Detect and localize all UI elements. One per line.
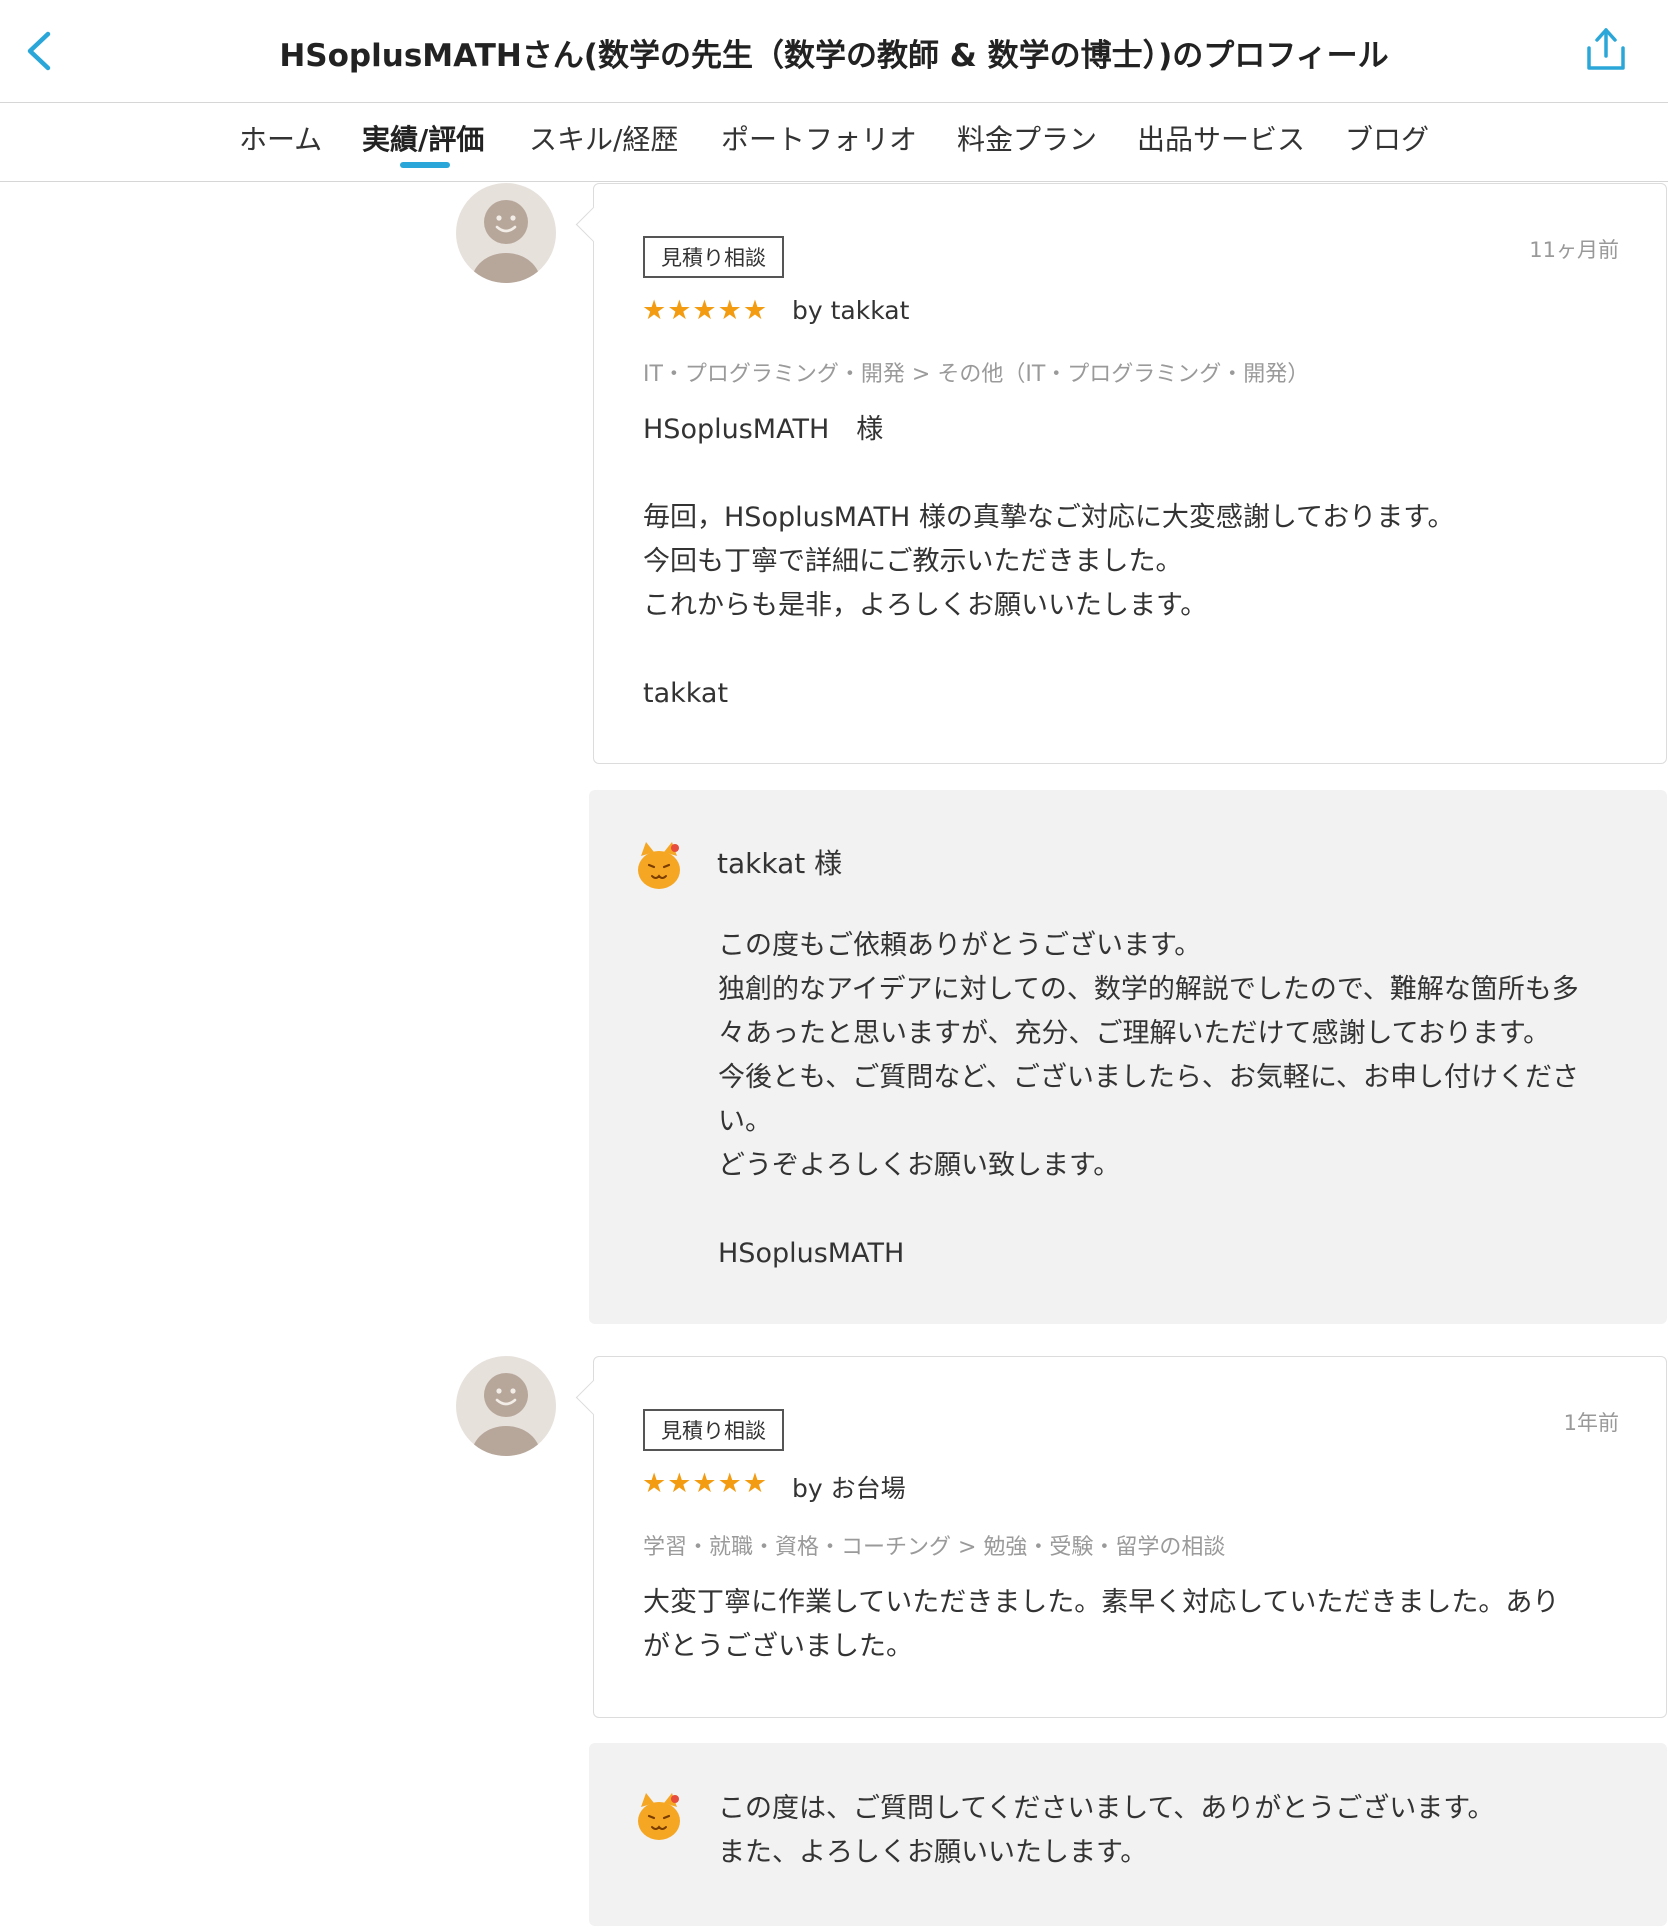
reviewer-avatar[interactable] [456, 1356, 556, 1456]
tab-home[interactable]: ホーム [239, 118, 322, 158]
share-button[interactable] [1580, 24, 1632, 76]
card-pointer [575, 206, 612, 243]
seller-reply: takkat 様 この度もご依頼ありがとうございます。 独創的なアイデアに対して… [589, 790, 1667, 1324]
review-timestamp: 11ヶ月前 [1529, 238, 1619, 262]
active-tab-indicator [400, 162, 450, 168]
card-pointer [575, 1379, 612, 1416]
service-category[interactable]: IT・プログラミング・開発 > その他（IT・プログラミング・開発） [643, 356, 1309, 388]
reply-greeting: takkat 様 [717, 847, 843, 880]
tab-portfolio[interactable]: ポートフォリオ [721, 118, 917, 158]
cat-mascot-icon [635, 1791, 683, 1843]
tab-skills[interactable]: スキル/経歴 [529, 118, 678, 158]
app-header: HSoplusMATHさん(数学の先生（数学の教師 & 数学の博士）)のプロフィ… [0, 0, 1668, 103]
default-user-avatar-icon [456, 1356, 556, 1456]
tab-services[interactable]: 出品サービス [1137, 118, 1305, 158]
page-title: HSoplusMATHさん(数学の先生（数学の教師 & 数学の博士）)のプロフィ… [279, 38, 1389, 74]
chevron-left-icon [27, 31, 51, 71]
tab-blog[interactable]: ブログ [1345, 118, 1429, 158]
reply-text: この度は、ご質問してくださいまして、ありがとうございます。 また、よろしくお願い… [718, 1793, 1495, 1868]
reply-text: この度もご依頼ありがとうございます。 独創的なアイデアに対しての、数学的解説でし… [718, 930, 1580, 1269]
order-type-badge: 見積り相談 [643, 1409, 784, 1451]
default-user-avatar-icon [456, 183, 556, 283]
seller-reply: この度は、ご質問してくださいまして、ありがとうございます。 また、よろしくお願い… [589, 1743, 1667, 1926]
tab-pricing[interactable]: 料金プラン [957, 118, 1097, 158]
review-text: 大変丁寧に作業していただきました。素早く対応していただきました。あり がとうござ… [643, 1587, 1560, 1662]
review-text: HSoplusMATH 様 毎回，HSoplusMATH 様の真摯なご対応に大変… [643, 414, 1455, 709]
reviewer-avatar[interactable] [456, 183, 556, 283]
tab-reviews[interactable]: 実績/評価 [362, 118, 484, 158]
star-rating: ★★★★★ [642, 1468, 769, 1499]
order-type-badge: 見積り相談 [643, 236, 784, 278]
reviewer-name[interactable]: by お台場 [792, 1469, 906, 1505]
back-button[interactable] [18, 28, 62, 74]
review-card: 見積り相談 1年前 ★★★★★ by お台場 学習・就職・資格・コーチング > … [575, 1356, 1667, 1718]
profile-tabs: ホーム 実績/評価 スキル/経歴 ポートフォリオ 料金プラン 出品サービス ブロ… [0, 103, 1668, 182]
star-rating: ★★★★★ [642, 295, 769, 326]
review-timestamp: 1年前 [1563, 1411, 1619, 1435]
service-category[interactable]: 学習・就職・資格・コーチング > 勉強・受験・留学の相談 [643, 1529, 1225, 1561]
review-card: 見積り相談 11ヶ月前 ★★★★★ by takkat IT・プログラミング・開… [575, 183, 1667, 764]
cat-mascot-icon [635, 840, 683, 892]
share-icon [1587, 28, 1625, 70]
reviewer-name[interactable]: by takkat [792, 296, 909, 325]
